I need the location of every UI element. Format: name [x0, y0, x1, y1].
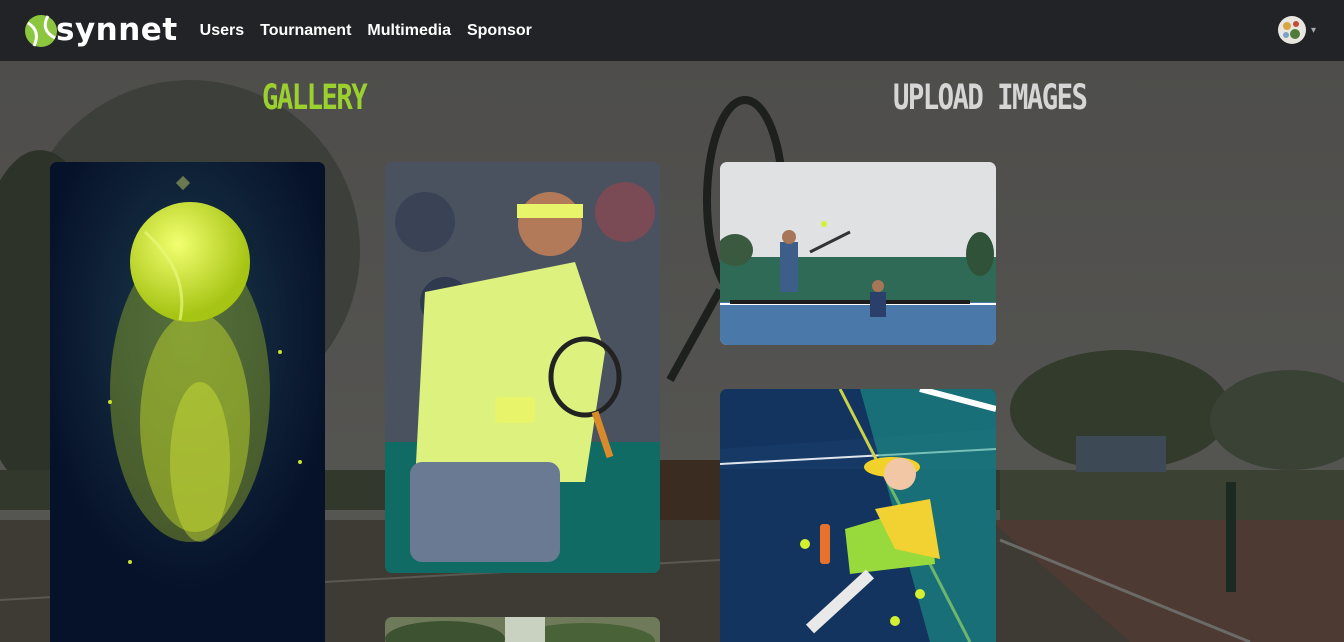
top-navbar: synnet Users Tournament Multimedia Spons…	[0, 0, 1344, 61]
upload-images-heading[interactable]: UPLOAD IMAGES	[893, 78, 1088, 118]
nav-tournament[interactable]: Tournament	[260, 22, 351, 40]
brand-logo[interactable]: synnet	[24, 14, 178, 48]
gallery-image-doubles-match[interactable]	[720, 162, 996, 345]
nav-users[interactable]: Users	[200, 22, 244, 40]
nav-multimedia[interactable]: Multimedia	[367, 22, 451, 40]
gallery-image-tennis-player[interactable]	[385, 162, 660, 573]
brand-name: synnet	[56, 12, 178, 48]
chevron-down-icon: ▾	[1310, 24, 1316, 36]
nav-sponsor[interactable]: Sponsor	[467, 22, 532, 40]
gallery-image-tennis-ball[interactable]	[50, 162, 325, 642]
player-by-net-image	[720, 389, 996, 642]
user-menu-dropdown[interactable]: ▾	[1277, 15, 1316, 45]
doubles-match-image	[720, 162, 996, 345]
tennis-ball-image	[50, 162, 325, 642]
tennis-ball-logo-icon	[25, 14, 57, 47]
tennis-player-image	[385, 162, 660, 573]
avatar-icon	[1277, 16, 1306, 44]
gallery-image-trees[interactable]	[385, 617, 660, 642]
gallery-image-player-by-net[interactable]	[720, 389, 996, 642]
gallery-heading: GALLERY	[262, 78, 368, 118]
trees-image	[385, 617, 660, 642]
